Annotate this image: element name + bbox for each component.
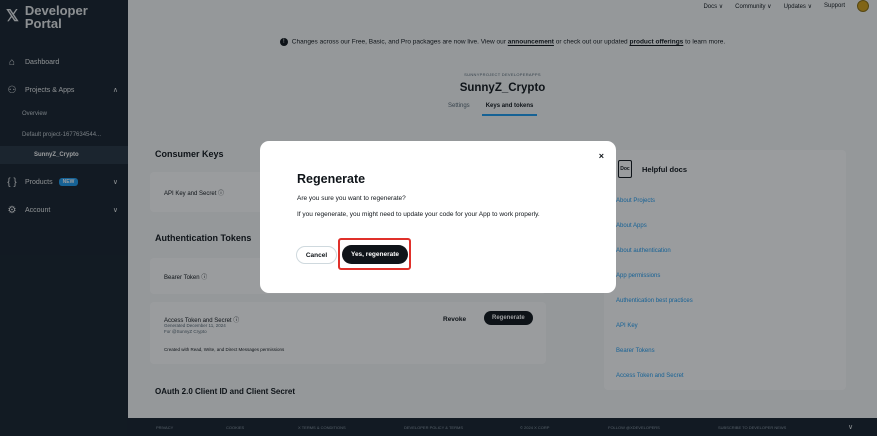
dialog-question: Are you sure you want to regenerate? (297, 195, 406, 202)
close-icon[interactable]: × (599, 151, 604, 161)
regenerate-dialog: × Regenerate Are you sure you want to re… (260, 141, 616, 293)
cancel-button[interactable]: Cancel (296, 246, 337, 264)
dialog-title: Regenerate (297, 172, 366, 186)
dialog-body: If you regenerate, you might need to upd… (297, 211, 540, 218)
confirm-regenerate-button[interactable]: Yes, regenerate (342, 245, 408, 264)
